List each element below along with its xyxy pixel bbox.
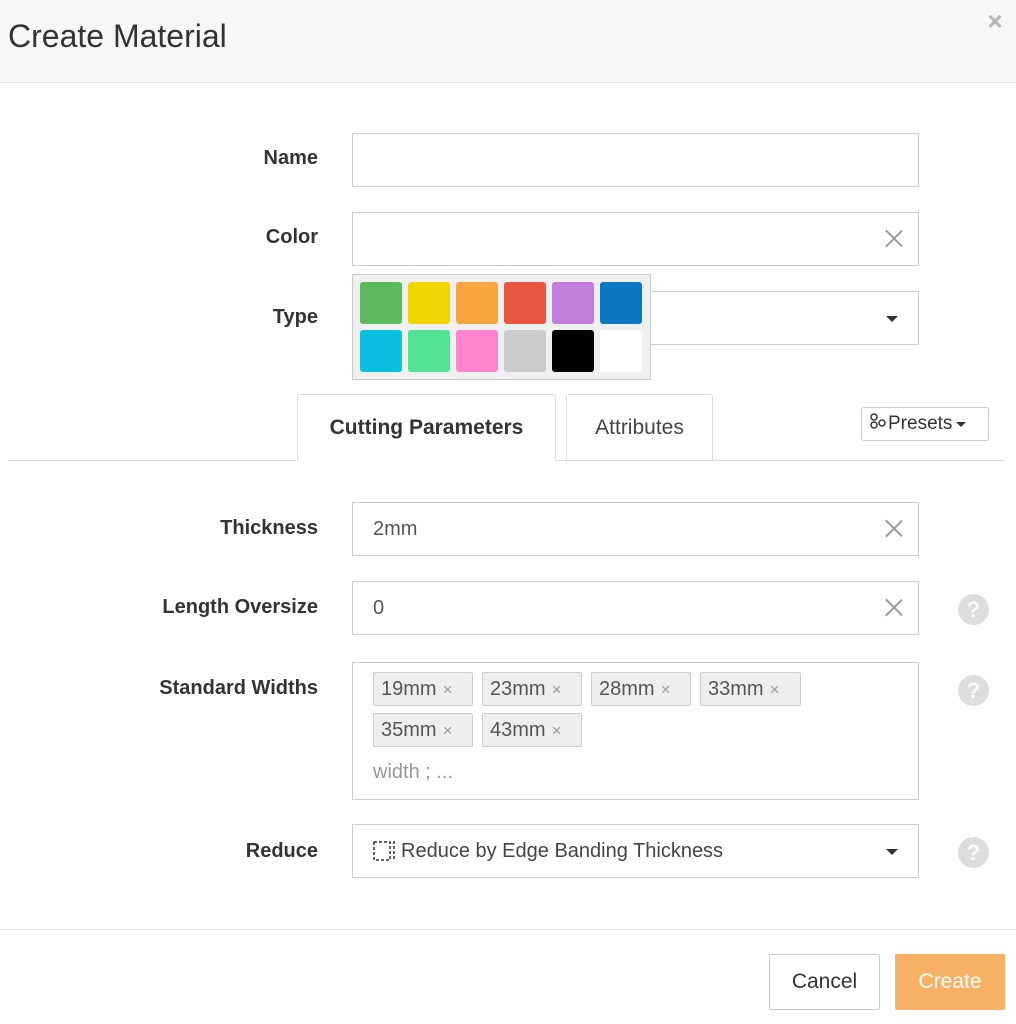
remove-tag-icon[interactable]: × <box>443 721 453 740</box>
width-tag-label: 23mm <box>490 678 546 700</box>
width-tag: 35mm × <box>373 713 473 747</box>
help-standard-widths-icon[interactable]: ? <box>958 675 989 706</box>
color-label: Color <box>265 226 318 248</box>
color-swatch-mint[interactable] <box>408 330 450 372</box>
width-tag: 43mm × <box>482 713 582 747</box>
edge-banding-icon <box>372 839 398 863</box>
width-tag: 23mm × <box>482 672 582 706</box>
chevron-down-icon <box>886 849 898 855</box>
color-swatch-cyan[interactable] <box>360 330 402 372</box>
presets-label: Presets <box>888 413 953 435</box>
remove-tag-icon[interactable]: × <box>552 721 562 740</box>
thickness-value: 2mm <box>373 518 418 540</box>
width-tag-label: 19mm <box>381 678 437 700</box>
dialog-title: Create Material <box>8 18 227 54</box>
remove-tag-icon[interactable]: × <box>443 680 453 699</box>
chevron-down-icon <box>886 316 898 322</box>
reduce-select-value: Reduce by Edge Banding Thickness <box>401 840 724 862</box>
color-input[interactable] <box>352 212 919 266</box>
remove-tag-icon[interactable]: × <box>770 680 780 699</box>
remove-tag-icon[interactable]: × <box>661 680 671 699</box>
create-button[interactable]: Create <box>895 954 1005 1010</box>
length-oversize-value: 0 <box>373 597 385 619</box>
length-oversize-input[interactable]: 0 <box>352 581 919 635</box>
standard-widths-label: Standard Widths <box>159 677 318 699</box>
length-oversize-label: Length Oversize <box>162 596 318 618</box>
remove-tag-icon[interactable]: × <box>552 680 562 699</box>
width-tag-label: 33mm <box>708 678 764 700</box>
width-tag: 33mm × <box>700 672 801 706</box>
color-swatch-pink[interactable] <box>456 330 498 372</box>
color-swatch-purple[interactable] <box>552 282 594 324</box>
clear-length-oversize-icon[interactable] <box>884 597 904 617</box>
color-swatch-white[interactable] <box>600 330 642 372</box>
name-label: Name <box>263 147 318 169</box>
close-icon[interactable]: × <box>984 8 1006 34</box>
help-length-oversize-icon[interactable]: ? <box>958 594 989 625</box>
help-reduce-icon[interactable]: ? <box>958 837 989 868</box>
reduce-label: Reduce <box>245 840 318 862</box>
clear-color-icon[interactable] <box>884 228 904 248</box>
width-tag-label: 43mm <box>490 719 546 741</box>
name-input[interactable] <box>352 133 919 187</box>
clear-thickness-icon[interactable] <box>884 518 904 538</box>
color-swatch-green[interactable] <box>360 282 402 324</box>
color-swatch-gray[interactable] <box>504 330 546 372</box>
color-palette <box>352 274 651 380</box>
color-swatch-black[interactable] <box>552 330 594 372</box>
standard-widths-input[interactable]: 19mm × 23mm × 28mm × 33mm × 35mm × 43mm × widt… <box>352 662 919 800</box>
thickness-label: Thickness <box>220 517 318 539</box>
color-swatch-red[interactable] <box>504 282 546 324</box>
color-swatch-blue[interactable] <box>600 282 642 324</box>
reduce-select[interactable]: Reduce by Edge Banding Thickness <box>352 824 919 878</box>
cancel-button[interactable]: Cancel <box>769 954 880 1010</box>
width-tag: 19mm × <box>373 672 473 706</box>
chevron-down-icon <box>956 421 967 427</box>
width-tag-label: 28mm <box>599 678 655 700</box>
color-swatch-orange[interactable] <box>456 282 498 324</box>
tab-attributes[interactable]: Attributes <box>566 394 713 461</box>
standard-widths-placeholder: width ; ... <box>373 761 454 783</box>
width-tag-label: 35mm <box>381 719 437 741</box>
dialog-header: Create Material × <box>0 0 1016 83</box>
presets-button[interactable]: Presets <box>861 407 989 441</box>
type-label: Type <box>272 306 318 328</box>
width-tag: 28mm × <box>591 672 691 706</box>
presets-icon <box>870 408 888 440</box>
thickness-input[interactable]: 2mm <box>352 502 919 556</box>
footer-divider <box>0 929 1016 930</box>
tab-cutting-parameters[interactable]: Cutting Parameters <box>297 394 556 461</box>
color-swatch-yellow[interactable] <box>408 282 450 324</box>
